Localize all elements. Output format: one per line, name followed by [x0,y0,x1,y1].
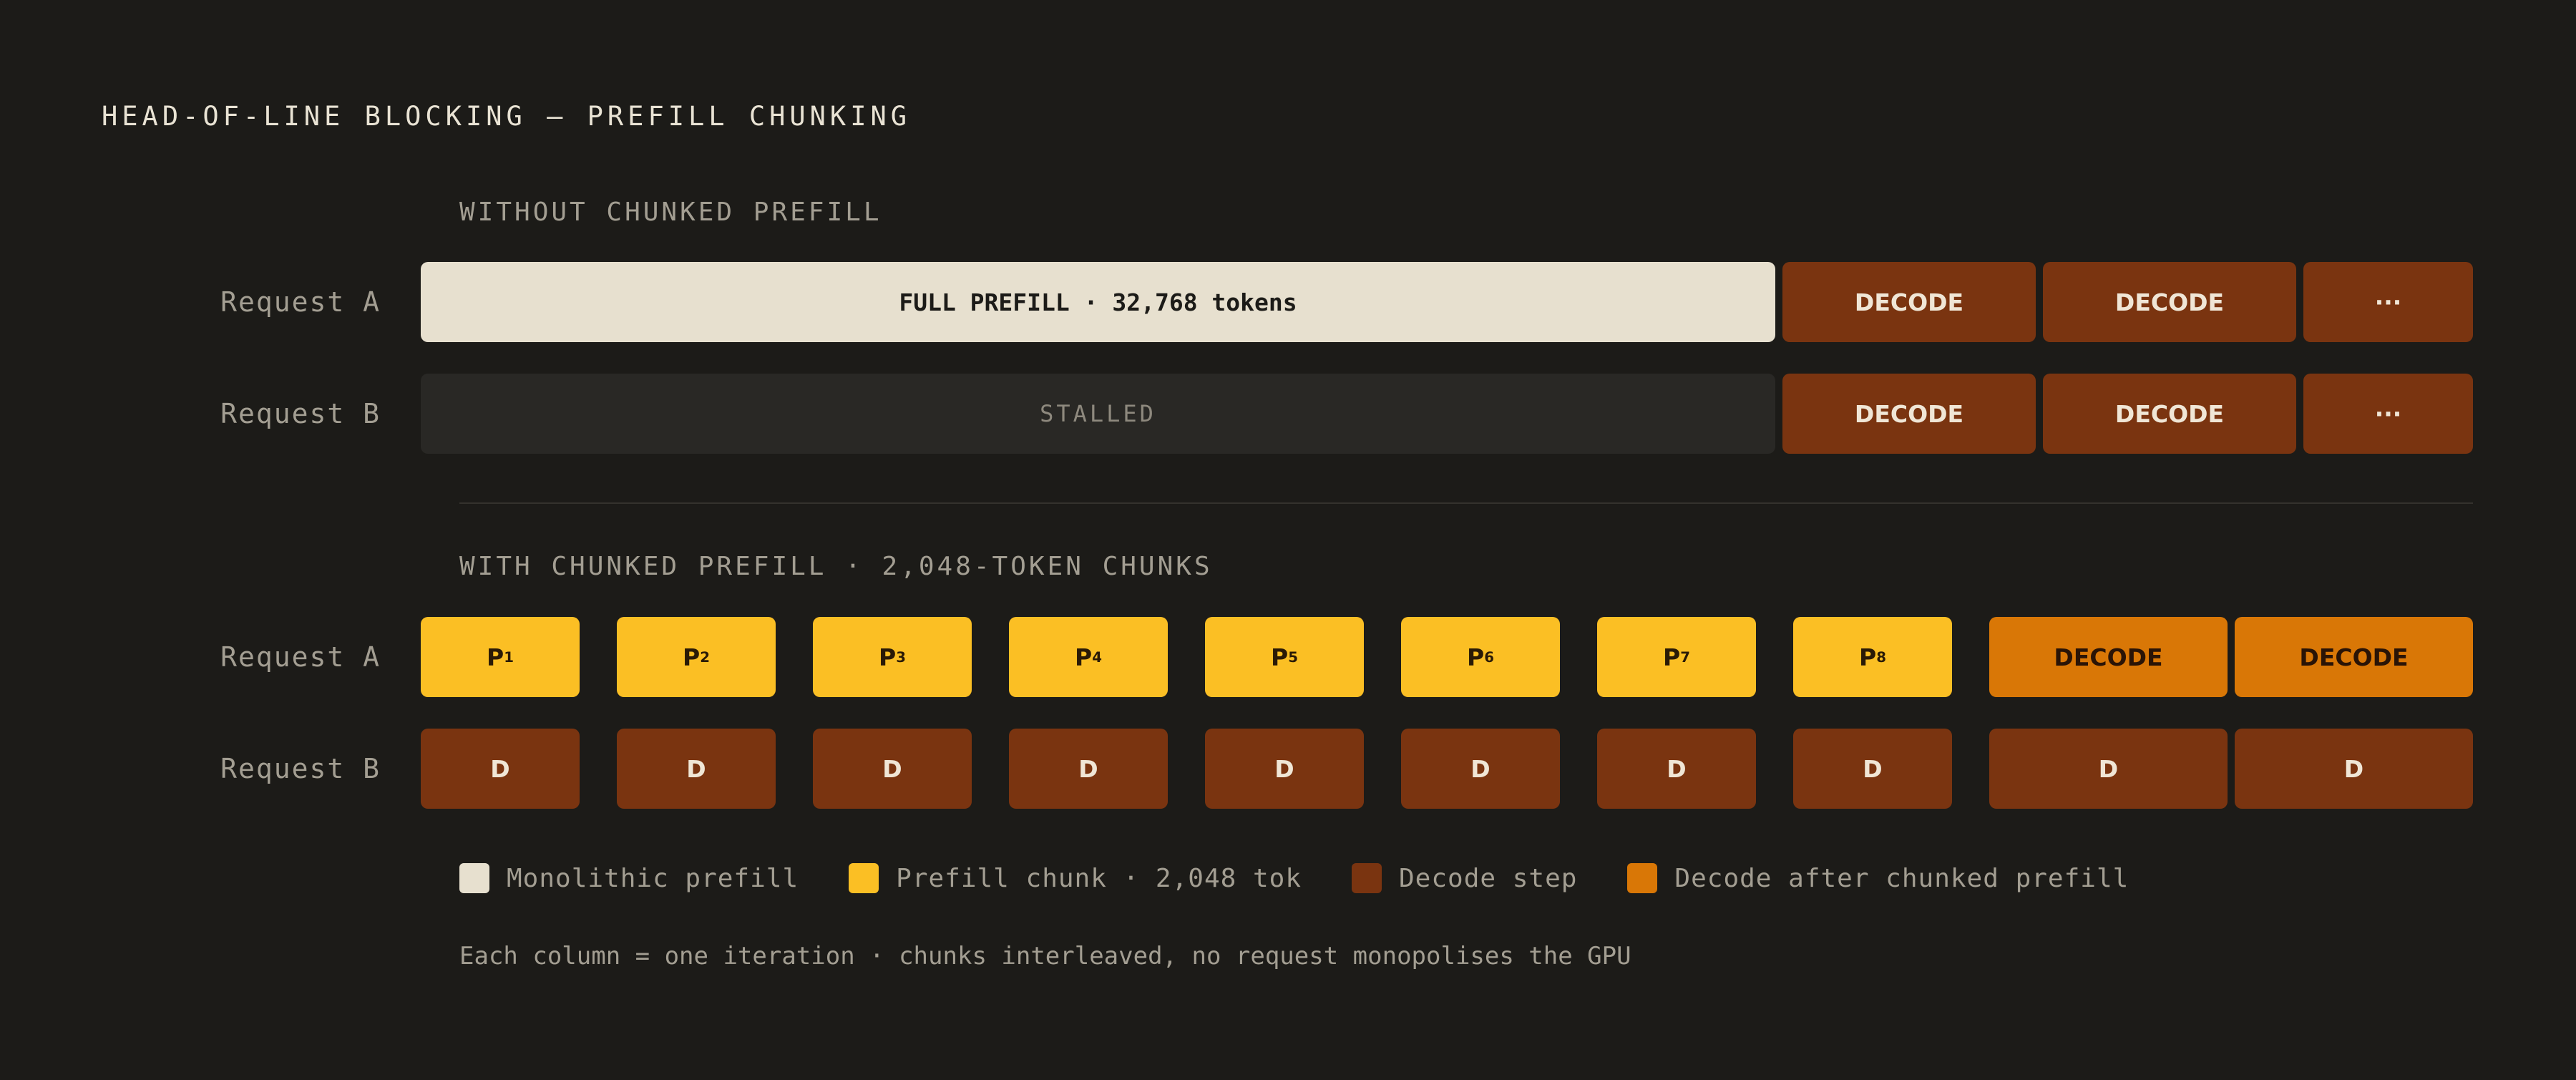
decode-step-5: D [1205,729,1364,809]
chunk-prefix: P [1271,643,1289,671]
prefill-chunk-6: P6 [1401,617,1560,697]
decode-after-chunked-1: DECODE [1989,617,2228,697]
legend-item-prefill-chunk: Prefill chunk · 2,048 tok [849,863,1302,893]
legend-label-decode-after-chunked: Decode after chunked prefill [1674,863,2129,893]
legend-label-prefill-chunk: Prefill chunk · 2,048 tok [896,863,1302,893]
decode-step-9: D [1989,729,2228,809]
row-label-with-request-b: Request B [220,753,381,784]
full-prefill-block: FULL PREFILL · 32,768 tokens [421,262,1775,342]
chunk-prefix: P [1663,643,1681,671]
chunk-prefix: P [487,643,504,671]
prefill-chunk-3: P3 [813,617,972,697]
decode-step-2: D [617,729,776,809]
decode-step-1: D [421,729,580,809]
chunk-prefix: P [683,643,701,671]
chunk-index: 6 [1484,648,1494,666]
decode-block-a1: DECODE [1782,262,2036,342]
legend-swatch-prefill-chunk [849,863,879,893]
legend-item-monolithic: Monolithic prefill [459,863,799,893]
chunk-index: 3 [896,648,906,666]
decode-block-a2: DECODE [2043,262,2296,342]
legend-item-decode-after-chunked: Decode after chunked prefill [1627,863,2129,893]
more-block-a: ··· [2303,262,2473,342]
legend-swatch-decode-step [1352,863,1382,893]
section-label-without: WITHOUT CHUNKED PREFILL [459,198,882,227]
legend-item-decode-step: Decode step [1352,863,1577,893]
chunk-prefix: P [1075,643,1093,671]
decode-step-8: D [1793,729,1952,809]
row-label-without-request-b: Request B [220,398,381,429]
chunk-index: 1 [504,648,514,666]
prefill-chunk-8: P8 [1793,617,1952,697]
chunk-index: 4 [1092,648,1102,666]
chunk-index: 5 [1288,648,1298,666]
chunk-index: 8 [1876,648,1886,666]
row-label-without-request-a: Request A [220,286,381,318]
decode-step-3: D [813,729,972,809]
decode-step-7: D [1597,729,1756,809]
decode-block-b2: DECODE [2043,374,2296,454]
decode-after-chunked-2: DECODE [2235,617,2473,697]
decode-step-6: D [1401,729,1560,809]
legend: Monolithic prefill Prefill chunk · 2,048… [459,863,2179,893]
section-divider [459,502,2473,504]
prefill-chunk-2: P2 [617,617,776,697]
stalled-block: STALLED [421,374,1775,454]
legend-swatch-decode-after-chunked [1627,863,1658,893]
prefill-chunk-7: P7 [1597,617,1756,697]
prefill-chunk-4: P4 [1009,617,1168,697]
section-label-with: WITH CHUNKED PREFILL · 2,048-TOKEN CHUNK… [459,552,1213,581]
prefill-chunk-5: P5 [1205,617,1364,697]
chunk-prefix: P [1859,643,1877,671]
row-label-with-request-a: Request A [220,641,381,673]
chunk-index: 2 [700,648,710,666]
page-title: HEAD-OF-LINE BLOCKING — PREFILL CHUNKING [102,101,912,132]
decode-step-10: D [2235,729,2473,809]
chunk-prefix: P [879,643,897,671]
legend-swatch-monolithic [459,863,489,893]
legend-label-monolithic: Monolithic prefill [507,863,799,893]
decode-step-4: D [1009,729,1168,809]
chunk-prefix: P [1467,643,1485,671]
legend-label-decode-step: Decode step [1399,863,1578,893]
decode-block-b1: DECODE [1782,374,2036,454]
footnote: Each column = one iteration · chunks int… [459,942,1631,970]
chunk-index: 7 [1680,648,1690,666]
more-block-b: ··· [2303,374,2473,454]
prefill-chunk-1: P1 [421,617,580,697]
